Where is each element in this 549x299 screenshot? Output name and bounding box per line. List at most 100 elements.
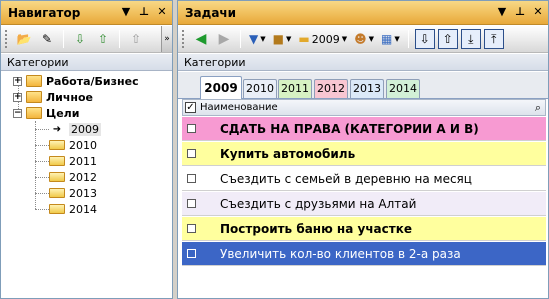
- tree-item-2013[interactable]: 2013: [49, 185, 97, 201]
- back-arrow-icon: ◀: [195, 31, 207, 47]
- current-item-arrow-icon: ➜: [52, 123, 62, 135]
- forward-button[interactable]: ▶: [214, 29, 234, 49]
- folder-icon: [26, 75, 42, 87]
- navigator-title: Навигатор: [8, 6, 81, 20]
- tab-2012[interactable]: 2012: [314, 79, 348, 98]
- folder-icon: [49, 156, 65, 166]
- folder-icon: [26, 91, 42, 103]
- year-tabs: 2009 2010 2011 2012 2013 2014: [178, 72, 548, 100]
- navigator-category-bar: Категории: [1, 54, 172, 71]
- chevron-down-icon: ▼: [368, 35, 374, 43]
- collapse-icon[interactable]: −: [13, 108, 22, 118]
- navigator-toolbar: 📂 ✎ ⇩ ⇧ ⇧ »: [1, 26, 172, 53]
- select-all-checkbox[interactable]: ✓: [185, 102, 196, 113]
- user-button[interactable]: ☻ ▼: [352, 29, 376, 49]
- move-down-button[interactable]: ⇩: [70, 29, 90, 49]
- forward-arrow-icon: ▶: [218, 31, 230, 47]
- briefcase-icon: ■: [272, 32, 284, 46]
- chevron-down-icon: ▼: [260, 35, 266, 43]
- task-row[interactable]: Съездить с друзьями на Алтай: [182, 192, 546, 216]
- navigator-header: Навигатор ▼ ⊥ ✕: [1, 1, 172, 25]
- tasks-toolbar: ◀ ▶ ▼ ▼ ■ ▼ ▬ 2009 ▼ ☻ ▼ ▦ ▼ ⇩ ⇧ ⤓ ⤒: [178, 26, 548, 53]
- dropdown-icon[interactable]: ▼: [496, 5, 508, 19]
- tree-item-2009[interactable]: ➜ 2009: [49, 121, 101, 137]
- export-icon: ⤒: [491, 31, 497, 46]
- folder-icon: [26, 107, 42, 119]
- level-up-button[interactable]: ⇧: [126, 29, 146, 49]
- tree-item-2014[interactable]: 2014: [49, 201, 97, 217]
- close-icon[interactable]: ✕: [156, 5, 168, 19]
- tree-line: [35, 121, 36, 209]
- pin-icon[interactable]: ⊥: [138, 5, 150, 19]
- tab-2011[interactable]: 2011: [278, 79, 312, 98]
- toolbar-grip[interactable]: [182, 30, 185, 48]
- tree-item-goals[interactable]: − Цели: [13, 105, 79, 121]
- tree-item-personal[interactable]: + Личное: [13, 89, 93, 105]
- calendar-icon: ▦: [381, 32, 393, 46]
- move-task-up-button[interactable]: ⇧: [437, 29, 458, 49]
- task-name: СДАТЬ НА ПРАВА (КАТЕГОРИИ А И В): [220, 121, 479, 136]
- tab-2009[interactable]: 2009: [200, 76, 242, 100]
- user-icon: ☻: [354, 32, 367, 46]
- filter-button[interactable]: ▼ ▼: [247, 29, 268, 49]
- task-row[interactable]: Построить баню на участке: [182, 217, 546, 241]
- toolbar-grip[interactable]: [5, 30, 8, 48]
- calendar-button[interactable]: ▦ ▼: [379, 29, 402, 49]
- task-checkbox[interactable]: [187, 149, 196, 158]
- task-checkbox[interactable]: [187, 224, 196, 233]
- folder-icon: [49, 140, 65, 150]
- tree-item-work[interactable]: + Работа/Бизнес: [13, 73, 139, 89]
- move-up-button[interactable]: ⇧: [93, 29, 113, 49]
- tree-line: [35, 177, 49, 178]
- column-header-name[interactable]: Наименование: [200, 102, 278, 113]
- category-button[interactable]: ■ ▼: [271, 29, 294, 49]
- task-row[interactable]: Съездить с семьей в деревню на месяц: [182, 167, 546, 191]
- folder-icon: [49, 204, 65, 214]
- task-checkbox[interactable]: [187, 174, 196, 183]
- chevron-down-icon: ▼: [394, 35, 400, 43]
- tree-line: [35, 145, 49, 146]
- tree-item-2012[interactable]: 2012: [49, 169, 97, 185]
- category-label: Категории: [184, 56, 246, 69]
- tree-line: [35, 129, 49, 130]
- expand-icon[interactable]: +: [13, 92, 22, 102]
- add-category-button[interactable]: 📂: [14, 29, 34, 49]
- pin-icon[interactable]: ⊥: [514, 5, 526, 19]
- folder-icon: ▬: [298, 32, 310, 46]
- tree-item-label: 2011: [69, 154, 97, 168]
- task-row[interactable]: Увеличить кол-во клиентов в 2-а раза: [182, 242, 546, 266]
- edit-icon: ✎: [41, 32, 53, 46]
- tree-line: [35, 161, 49, 162]
- close-icon[interactable]: ✕: [532, 5, 544, 19]
- tree-item-label: 2013: [69, 186, 97, 200]
- task-checkbox[interactable]: [187, 199, 196, 208]
- toolbar-overflow-icon[interactable]: »: [161, 26, 172, 52]
- import-button[interactable]: ⤓: [460, 29, 481, 49]
- task-row[interactable]: Купить автомобиль: [182, 142, 546, 166]
- move-task-down-button[interactable]: ⇩: [414, 29, 435, 49]
- tab-2013[interactable]: 2013: [350, 79, 384, 98]
- export-button[interactable]: ⤒: [483, 29, 504, 49]
- task-row[interactable]: СДАТЬ НА ПРАВА (КАТЕГОРИИ А И В): [182, 117, 546, 141]
- tree-item-2011[interactable]: 2011: [49, 153, 97, 169]
- task-checkbox[interactable]: [187, 124, 196, 133]
- search-icon[interactable]: ⌕: [535, 101, 541, 115]
- task-checkbox[interactable]: [187, 249, 196, 258]
- category-label: Категории: [7, 56, 69, 69]
- tab-2014[interactable]: 2014: [386, 79, 420, 98]
- toolbar-separator: [240, 30, 241, 48]
- tree-item-2010[interactable]: 2010: [49, 137, 97, 153]
- toolbar-separator: [407, 30, 409, 48]
- year-button[interactable]: ▬ 2009 ▼: [296, 29, 349, 49]
- back-button[interactable]: ◀: [191, 29, 211, 49]
- add-folder-icon: 📂: [16, 32, 32, 46]
- expand-icon[interactable]: +: [13, 76, 22, 86]
- tasks-header: Задачи ▼ ⊥ ✕: [178, 1, 548, 25]
- arrow-up-icon: ⇧: [130, 32, 142, 46]
- filter-icon: ▼: [249, 32, 259, 46]
- task-grid-header: ✓ Наименование ⌕: [182, 99, 546, 116]
- dropdown-icon[interactable]: ▼: [120, 5, 132, 19]
- edit-category-button[interactable]: ✎: [37, 29, 57, 49]
- tab-2010[interactable]: 2010: [243, 79, 277, 98]
- toolbar-separator: [119, 30, 120, 48]
